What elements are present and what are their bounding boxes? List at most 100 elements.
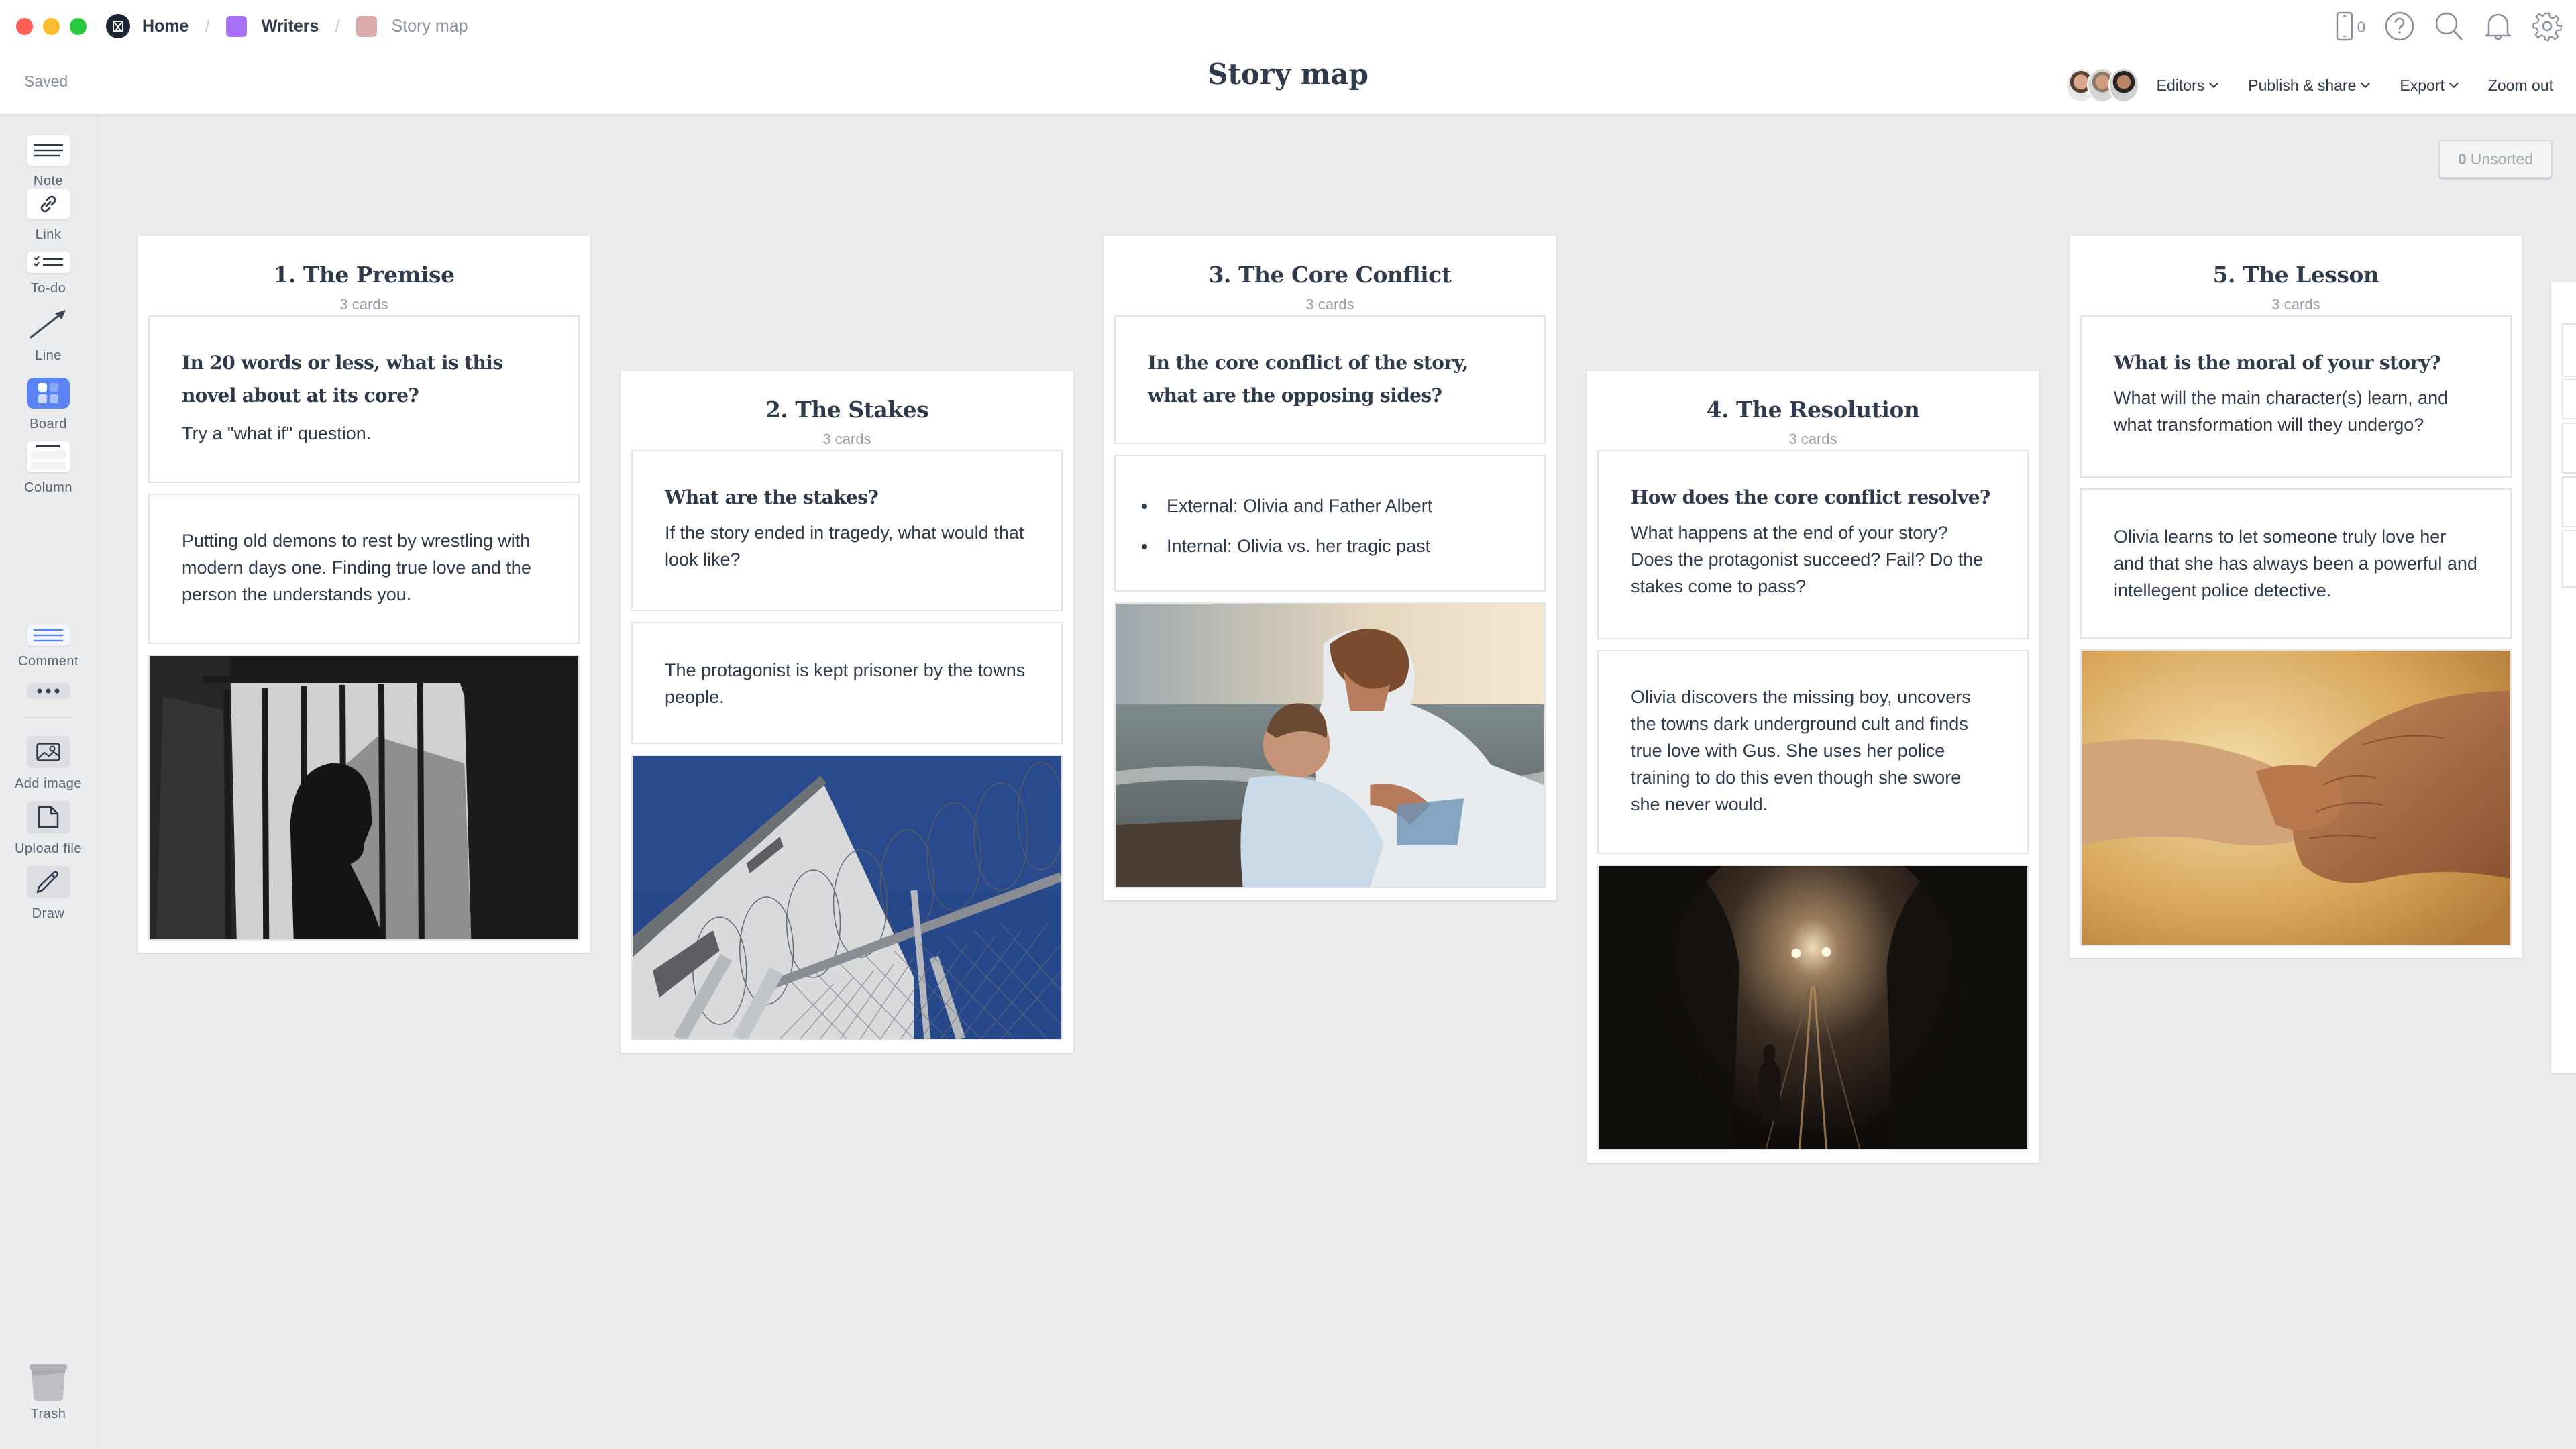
search-icon <box>2434 11 2465 45</box>
chevron-down-icon <box>2209 78 2219 89</box>
breadcrumb-separator: / <box>335 15 340 36</box>
device-button[interactable]: 0 <box>2336 11 2365 44</box>
help-button[interactable] <box>2384 11 2415 45</box>
note-card[interactable]: The protagonist is kept prisoner by the … <box>631 622 1063 744</box>
help-icon <box>2384 11 2415 45</box>
notifications-button[interactable] <box>2483 11 2513 45</box>
column-card-count: 3 cards <box>822 431 871 447</box>
chevron-down-icon <box>2449 78 2459 89</box>
chevron-down-icon <box>2361 78 2371 89</box>
note-card[interactable]: Putting old demons to rest by wrestling … <box>148 494 580 644</box>
breadcrumb-writers[interactable]: Writers <box>225 15 319 37</box>
note-card[interactable]: How does the core conflict resolve? What… <box>1597 450 2029 639</box>
column-title[interactable]: 1. The Premise <box>138 262 590 288</box>
tool-line[interactable]: Line <box>0 304 97 364</box>
bell-icon <box>2483 11 2513 45</box>
device-icon <box>2336 11 2353 44</box>
page-title[interactable]: Story map <box>1208 58 1368 91</box>
column-title[interactable]: 5. The Lesson <box>2070 262 2522 288</box>
image-card-prison-silhouette[interactable] <box>148 655 580 941</box>
card-partial <box>2562 323 2576 377</box>
column-card-count: 3 cards <box>2271 296 2320 313</box>
column-header: 5. The Lesson 3 cards <box>2070 236 2522 315</box>
column-header: 1. The Premise 3 cards <box>138 236 590 315</box>
note-card[interactable]: What are the stakes? If the story ended … <box>631 450 1063 611</box>
card-text: Olivia learns to let someone truly love … <box>2114 527 2477 600</box>
link-icon <box>27 189 70 219</box>
tool-label: Draw <box>32 906 65 921</box>
tool-label: Link <box>35 227 62 242</box>
zoom-out-button[interactable]: Zoom out <box>2488 76 2553 95</box>
tool-comment[interactable]: Comment <box>0 625 97 669</box>
column-title[interactable]: 3. The Core Conflict <box>1104 262 1556 288</box>
note-card[interactable]: What is the moral of your story? What wi… <box>2080 315 2512 478</box>
breadcrumb-story-map-label: Story map <box>391 16 468 36</box>
note-card[interactable]: In the core conflict of the story, what … <box>1114 315 1546 444</box>
unsorted-button[interactable]: 0 Unsorted <box>2438 140 2553 178</box>
tool-label: Line <box>35 348 62 363</box>
breadcrumb-story-map[interactable]: Story map <box>356 15 468 37</box>
settings-button[interactable] <box>2532 11 2563 45</box>
note-icon <box>27 135 70 166</box>
header-actions: Editors Publish & share Export Zoom out <box>2065 68 2553 103</box>
tunnel-image <box>1599 866 2027 1149</box>
column-card-count: 3 cards <box>339 296 388 313</box>
card-partial <box>2562 379 2576 419</box>
column-core-conflict[interactable]: 3. The Core Conflict 3 cards In the core… <box>1104 236 1556 900</box>
trash-icon <box>27 1364 70 1401</box>
image-card-tunnel[interactable] <box>1597 865 2029 1150</box>
breadcrumb-separator: / <box>205 15 210 36</box>
tool-add-image[interactable]: Add image <box>0 736 97 792</box>
publish-share-dropdown[interactable]: Publish & share <box>2248 76 2371 95</box>
trash-button[interactable]: Trash <box>0 1364 97 1422</box>
tool-link[interactable]: Link <box>0 189 97 243</box>
note-card[interactable]: In 20 words or less, what is this novel … <box>148 315 580 483</box>
bullet-list: External: Olivia and Father Albert Inter… <box>1129 486 1512 566</box>
card-partial <box>2562 530 2576 588</box>
note-card[interactable]: External: Olivia and Father Albert Inter… <box>1114 455 1546 592</box>
column-lesson[interactable]: 5. The Lesson 3 cards What is the moral … <box>2070 236 2522 958</box>
editors-dropdown[interactable]: Editors <box>2157 76 2219 95</box>
window-maximize-button[interactable] <box>70 18 87 35</box>
toolbar-divider <box>24 717 72 718</box>
tool-label: Trash <box>30 1407 66 1421</box>
note-card[interactable]: Olivia learns to let someone truly love … <box>2080 488 2512 639</box>
column-header: 2. The Stakes 3 cards <box>621 371 1073 450</box>
window-minimize-button[interactable] <box>43 18 60 35</box>
tool-label: Add image <box>14 776 83 791</box>
export-dropdown[interactable]: Export <box>2400 76 2459 95</box>
column-premise[interactable]: 1. The Premise 3 cards In 20 words or le… <box>138 236 590 953</box>
tool-board[interactable]: Board <box>0 378 97 432</box>
unsorted-count: 0 <box>2457 150 2467 168</box>
card-question: In the core conflict of the story, what … <box>1148 352 1468 407</box>
search-button[interactable] <box>2434 11 2465 45</box>
column-stakes[interactable]: 2. The Stakes 3 cards What are the stake… <box>621 371 1073 1053</box>
image-card-prison-fence[interactable] <box>631 755 1063 1040</box>
window-close-button[interactable] <box>16 18 33 35</box>
line-arrow-icon <box>27 304 70 344</box>
card-text: If the story ended in tragedy, what woul… <box>665 523 1024 570</box>
device-count: 0 <box>2357 19 2365 36</box>
prison-fence-image <box>633 756 1061 1039</box>
top-icon-bar: 0 <box>2336 11 2563 45</box>
tool-upload-file[interactable]: Upload file <box>0 801 97 857</box>
tool-note[interactable]: Note <box>0 135 97 189</box>
column-card-count: 3 cards <box>1788 431 1837 447</box>
tool-more[interactable] <box>0 683 97 699</box>
note-card[interactable]: Olivia discovers the missing boy, uncove… <box>1597 650 2029 854</box>
column-partial-offscreen[interactable] <box>2551 282 2576 1073</box>
column-title[interactable]: 4. The Resolution <box>1587 396 2039 423</box>
tool-todo[interactable]: To-do <box>0 252 97 297</box>
milanote-logo-icon <box>106 14 130 38</box>
editor-avatars[interactable] <box>2065 68 2139 103</box>
board-color-icon <box>225 15 247 37</box>
tool-draw[interactable]: Draw <box>0 866 97 922</box>
card-text: Putting old demons to rest by wrestling … <box>182 531 531 604</box>
image-card-clasped-hands[interactable] <box>2080 649 2512 946</box>
column-title[interactable]: 2. The Stakes <box>621 396 1073 423</box>
todo-icon <box>27 252 70 273</box>
image-card-mother-child[interactable] <box>1114 602 1546 888</box>
breadcrumb-home[interactable]: Home <box>106 14 189 38</box>
tool-column[interactable]: Column <box>0 441 97 496</box>
column-resolution[interactable]: 4. The Resolution 3 cards How does the c… <box>1587 371 2039 1163</box>
